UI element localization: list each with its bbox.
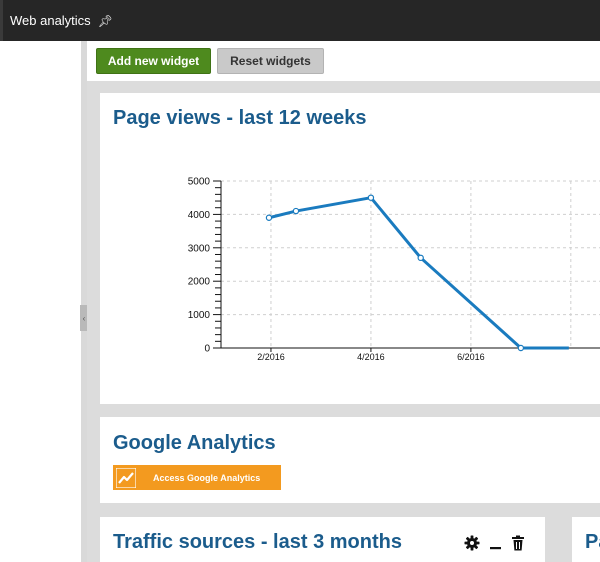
top-bar: Web analytics 📌︎: [0, 0, 600, 41]
page-views-chart: 0 1000 2000 3000 4000 5000 2/2016 4/2016 6/2016: [188, 177, 600, 362]
minimize-icon[interactable]: [487, 534, 505, 552]
page-views-title: Page views - last 12 weeks: [113, 107, 367, 129]
chart-series: [265, 194, 569, 352]
x-tick-label: 6/2016: [457, 352, 485, 362]
google-analytics-title: Google Analytics: [113, 432, 276, 454]
analytics-icon: [116, 467, 136, 488]
data-point: [292, 207, 300, 215]
x-tick-label: 4/2016: [357, 352, 385, 362]
add-widget-button[interactable]: Add new widget: [96, 48, 211, 74]
series-line: [268, 196, 569, 350]
x-tick-label: 2/2016: [257, 352, 285, 362]
reset-widgets-button[interactable]: Reset widgets: [217, 48, 324, 74]
y-tick-label: 2000: [188, 277, 211, 288]
y-tick-label: 4000: [188, 210, 211, 221]
app-title: Web analytics: [10, 13, 91, 28]
partial-widget-title: Pa: [585, 531, 600, 553]
left-pane: [0, 41, 81, 562]
data-point: [417, 254, 424, 262]
pin-icon[interactable]: 📌︎: [98, 14, 113, 28]
top-bar-edge: [0, 0, 3, 41]
data-point: [265, 214, 273, 221]
chart-grid: [221, 180, 600, 348]
data-point: [517, 344, 525, 352]
trash-icon[interactable]: [509, 534, 527, 552]
y-tick-label: 5000: [188, 177, 211, 188]
access-google-analytics-label: Access Google Analytics: [153, 472, 261, 483]
gear-icon[interactable]: [463, 534, 481, 552]
y-tick-label: 1000: [188, 310, 211, 321]
data-point: [367, 194, 375, 201]
y-tick-label: 3000: [188, 243, 211, 254]
google-analytics-widget: [100, 417, 600, 503]
chart-axes: 0 1000 2000 3000 4000 5000 2/2016 4/2016 6/2016: [188, 177, 600, 362]
access-google-analytics-button[interactable]: Access Google Analytics: [113, 465, 281, 490]
y-tick-label: 0: [204, 344, 210, 355]
traffic-sources-title: Traffic sources - last 3 months: [113, 531, 402, 553]
